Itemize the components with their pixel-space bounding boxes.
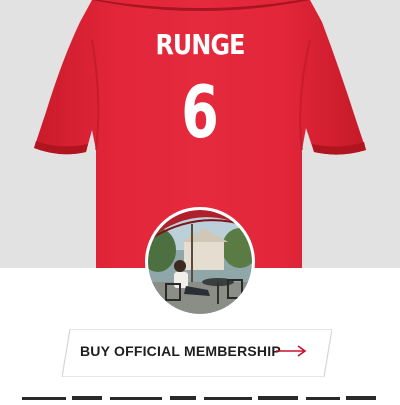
avatar [145, 207, 255, 317]
arrow-right-icon [276, 345, 307, 357]
jersey-player-name: RUNGE [155, 28, 245, 61]
jersey-player-number: 6 [181, 70, 219, 154]
avatar-photo [148, 210, 252, 314]
cta-label: BUY OFFICIAL MEMBERSHIP [80, 343, 281, 359]
cropped-text-line [0, 386, 400, 400]
buy-membership-button[interactable]: BUY OFFICIAL MEMBERSHIP [62, 329, 332, 377]
